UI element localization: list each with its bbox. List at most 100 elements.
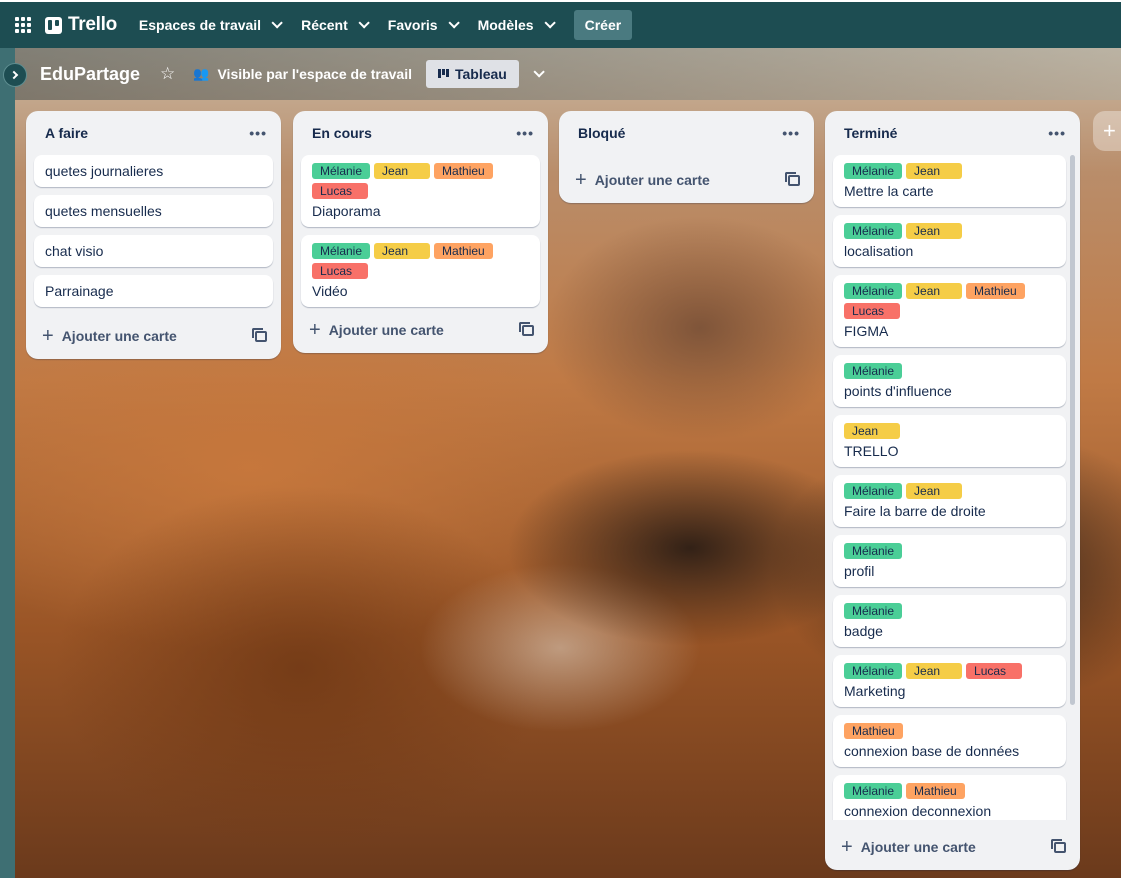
card-label[interactable]: Jean [906,663,963,679]
card[interactable]: Mélanie Jean Mathieu Lucas Diaporama [301,155,540,227]
list-1[interactable]: En cours ••• Mélanie Jean Mathieu Lucas Diapor… [293,111,548,353]
card-title: points d'influence [844,383,952,399]
card-label[interactable]: Mathieu [906,783,965,799]
card[interactable]: Mélanie Jean Mathieu Lucas Vidéo [301,235,540,307]
board-title[interactable]: EduPartage [40,64,140,85]
card-label[interactable]: Mélanie [844,283,903,299]
card-label[interactable]: Mélanie [844,783,903,799]
card-label[interactable]: Jean [906,163,963,179]
trello-logo[interactable]: Trello [45,14,117,36]
card-template-icon[interactable] [252,327,267,342]
add-card-button[interactable]: + Ajouter une carte [293,311,548,349]
card[interactable]: Mélanie Jean Faire la barre de droite [833,475,1066,527]
card-label[interactable]: Mathieu [844,723,903,739]
card-labels: Mélanie [844,363,1055,379]
card-label[interactable]: Jean [844,423,900,439]
card-template-icon[interactable] [519,321,534,336]
card-label[interactable]: Jean [906,483,963,499]
card[interactable]: Mélanie points d'influence [833,355,1066,407]
card-label[interactable]: Mélanie [844,663,903,679]
card[interactable]: quetes mensuelles [34,195,273,227]
card-label[interactable]: Mélanie [844,543,903,559]
card-label[interactable]: Mélanie [844,223,903,239]
app-switcher-icon[interactable] [15,17,31,33]
card-label[interactable]: Mélanie [844,603,903,619]
visibility-button[interactable]: 👥 Visible par l'espace de travail [193,66,412,82]
card-label[interactable]: Mathieu [434,163,493,179]
card-label[interactable]: Lucas [312,183,368,199]
card-label[interactable]: Jean [906,283,963,299]
nav-recent[interactable]: Récent [301,17,370,33]
chevron-down-icon [358,17,370,29]
card[interactable]: Mélanie badge [833,595,1066,647]
star-icon[interactable]: ☆ [160,64,175,84]
card[interactable]: Mélanie profil [833,535,1066,587]
card-labels: Jean [844,423,1055,439]
add-card-label: Ajouter une carte [61,328,177,344]
card-label[interactable]: Mélanie [844,163,903,179]
list-menu-icon[interactable]: ••• [516,125,534,141]
list-0[interactable]: A faire ••• quetes journalieres quetes mens… [26,111,281,359]
card[interactable]: Mélanie Jean Lucas Marketing [833,655,1066,707]
trello-logo-text: Trello [68,14,117,35]
card[interactable]: Mélanie Jean localisation [833,215,1066,267]
card-label[interactable]: Mathieu [434,243,493,259]
list-2[interactable]: Bloqué ••• + Ajouter une carte [559,111,814,203]
card[interactable]: Mélanie Jean Mettre la carte [833,155,1066,207]
card-template-icon[interactable] [785,171,800,186]
add-card-left: + Ajouter une carte [42,326,177,346]
card-label[interactable]: Lucas [312,263,368,279]
card-label[interactable]: Jean [374,243,431,259]
card-title: TRELLO [844,443,899,459]
card-label[interactable]: Mélanie [312,243,371,259]
add-card-label: Ajouter une carte [594,172,710,188]
plus-icon: + [42,325,54,347]
card-label[interactable]: Mathieu [966,283,1025,299]
card[interactable]: Parrainage [34,275,273,307]
list-header: Terminé ••• [825,111,1080,155]
add-card-left: + Ajouter une carte [575,170,710,190]
list-menu-icon[interactable]: ••• [782,125,800,141]
list-3[interactable]: Terminé ••• Mélanie Jean Mettre la carte Méla… [825,111,1080,870]
add-card-button[interactable]: + Ajouter une carte [559,161,814,199]
add-list-button[interactable]: + [1093,111,1121,151]
view-board-button[interactable]: Tableau [425,60,519,88]
card-list: Mélanie Jean Mathieu Lucas Diaporama Mélanie J… [293,155,548,307]
card-label[interactable]: Lucas [966,663,1023,679]
add-card-button[interactable]: + Ajouter une carte [825,828,1080,866]
chevron-down-icon [448,17,460,29]
list-title[interactable]: A faire [45,125,88,141]
card-label[interactable]: Mélanie [312,163,371,179]
list-menu-icon[interactable]: ••• [249,125,267,141]
card[interactable]: quetes journalieres [34,155,273,187]
chevron-down-icon [271,17,283,29]
card-label[interactable]: Jean [374,163,431,179]
card-labels: Mélanie Jean Mathieu Lucas [312,243,529,279]
nav-templates[interactable]: Modèles [478,17,556,33]
card[interactable]: MélanieMathieu connexion deconnexion insc… [833,775,1066,820]
card[interactable]: Mathieu connexion base de données [833,715,1066,767]
list-menu-icon[interactable]: ••• [1048,125,1066,141]
nav-starred[interactable]: Favoris [388,17,460,33]
card-template-icon[interactable] [1051,838,1066,853]
card[interactable]: Mélanie Jean Mathieu Lucas FIGMA [833,275,1066,347]
card-label[interactable]: Mélanie [844,363,903,379]
card[interactable]: chat visio [34,235,273,267]
nav-workspaces[interactable]: Espaces de travail [139,17,283,33]
list-title[interactable]: Terminé [844,125,897,141]
plus-icon: + [841,836,853,858]
card-label[interactable]: Mélanie [844,483,903,499]
card-title: Diaporama [312,203,381,219]
card-labels: Mathieu [844,723,1055,739]
card-labels: Mélanie Jean [844,483,1055,499]
card-label[interactable]: Jean [906,223,963,239]
list-title[interactable]: Bloqué [578,125,625,141]
card[interactable]: Jean TRELLO [833,415,1066,467]
card-label[interactable]: Lucas [844,303,900,319]
expand-sidebar-button[interactable] [3,63,27,87]
create-button[interactable]: Créer [573,10,633,40]
add-card-button[interactable]: + Ajouter une carte [26,317,281,355]
list-title[interactable]: En cours [312,125,372,141]
list-scrollbar[interactable] [1070,155,1075,705]
view-switcher-chevron-icon[interactable] [533,66,545,78]
